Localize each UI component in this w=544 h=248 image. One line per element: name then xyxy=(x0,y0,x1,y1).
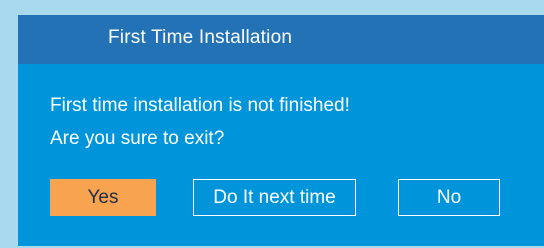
no-button[interactable]: No xyxy=(398,179,500,216)
exit-confirmation-dialog: First Time Installation First time insta… xyxy=(18,15,544,246)
message-line-1: First time installation is not finished! xyxy=(50,95,350,116)
dialog-title-bar: First Time Installation xyxy=(18,15,544,64)
message-line-2: Are you sure to exit? xyxy=(50,128,225,149)
do-it-next-time-button[interactable]: Do It next time xyxy=(193,179,356,216)
yes-button[interactable]: Yes xyxy=(50,179,156,216)
dialog-title: First Time Installation xyxy=(108,27,293,48)
